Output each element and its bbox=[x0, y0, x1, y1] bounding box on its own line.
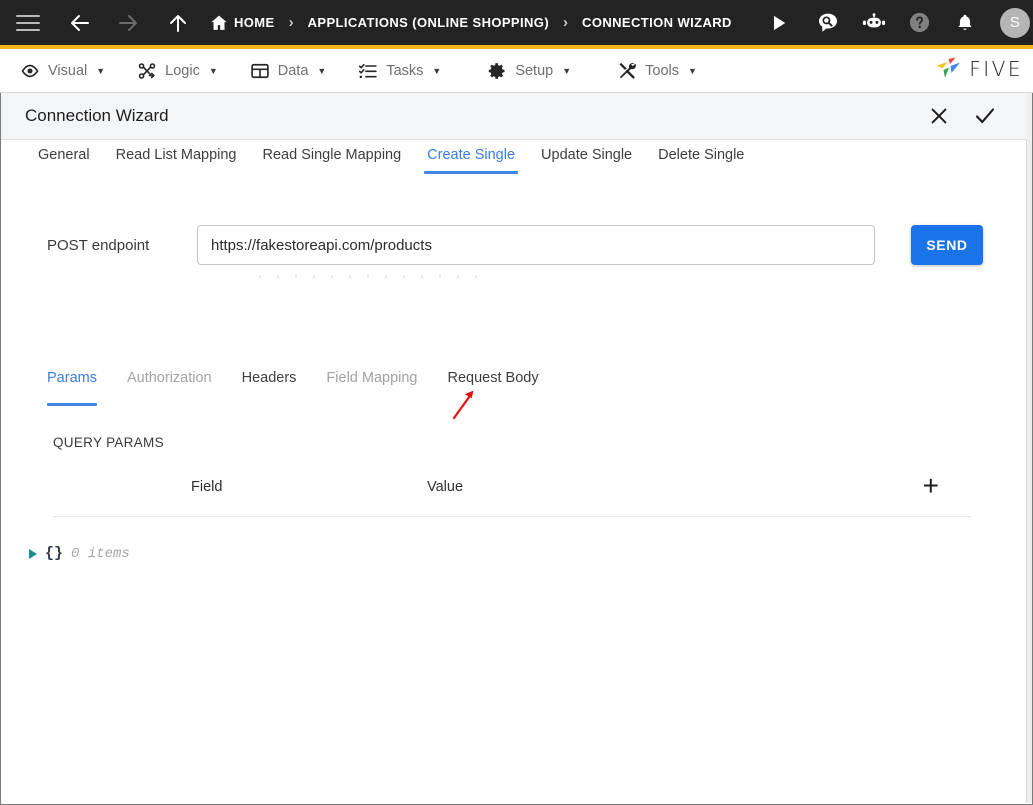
play-icon bbox=[773, 15, 786, 30]
checklist-icon bbox=[359, 63, 378, 78]
tab-headers[interactable]: Headers bbox=[242, 370, 311, 402]
chevron-down-icon: ▼ bbox=[317, 65, 327, 76]
confirm-button[interactable] bbox=[973, 104, 997, 128]
tab-update-single[interactable]: Update Single bbox=[528, 140, 645, 178]
gear-icon bbox=[489, 62, 505, 79]
hamburger-menu-button[interactable] bbox=[0, 0, 56, 45]
five-logo-text: FIVE bbox=[969, 57, 1023, 81]
vertical-scrollbar[interactable] bbox=[1026, 93, 1032, 803]
menu-label-setup: Setup bbox=[515, 62, 554, 79]
bot-assistant-button[interactable] bbox=[850, 0, 898, 45]
request-tab-bar: Params Authorization Headers Field Mappi… bbox=[1, 370, 1027, 406]
json-response-viewer: {} 0 items bbox=[29, 545, 130, 562]
up-arrow-icon bbox=[170, 14, 186, 32]
column-header-value: Value bbox=[427, 479, 464, 495]
menu-label-data: Data bbox=[277, 62, 309, 79]
user-avatar-button[interactable]: S bbox=[988, 0, 1033, 45]
tab-delete-single[interactable]: Delete Single bbox=[645, 140, 757, 178]
wizard-tab-bar: General Read List Mapping Read Single Ma… bbox=[1, 140, 1027, 180]
json-braces: {} bbox=[45, 545, 64, 562]
breadcrumb-separator: › bbox=[288, 14, 294, 31]
forward-button[interactable] bbox=[104, 0, 152, 45]
back-arrow-icon bbox=[71, 14, 89, 31]
menu-item-logic[interactable]: Logic ▼ bbox=[121, 49, 234, 93]
bell-icon bbox=[958, 14, 972, 30]
send-button[interactable]: SEND bbox=[911, 225, 983, 265]
page-title: Connection Wizard bbox=[25, 106, 169, 125]
tools-icon bbox=[619, 62, 637, 79]
tab-create-single[interactable]: Create Single bbox=[414, 140, 528, 178]
help-circle-icon bbox=[910, 12, 930, 33]
query-params-heading: QUERY PARAMS bbox=[53, 435, 164, 450]
chevron-down-icon: ▼ bbox=[96, 65, 106, 76]
close-button[interactable] bbox=[927, 104, 951, 128]
up-level-button[interactable] bbox=[152, 0, 204, 45]
table-grid-icon bbox=[251, 63, 269, 78]
breadcrumb-separator: › bbox=[563, 14, 569, 31]
menu-item-data[interactable]: Data ▼ bbox=[234, 49, 343, 93]
column-header-field: Field bbox=[191, 479, 223, 495]
forward-arrow-icon bbox=[119, 14, 137, 31]
tab-field-mapping[interactable]: Field Mapping bbox=[326, 370, 431, 402]
hamburger-icon bbox=[16, 14, 40, 31]
tab-read-single-mapping[interactable]: Read Single Mapping bbox=[250, 140, 415, 178]
breadcrumb-home[interactable]: HOME bbox=[234, 15, 275, 30]
expand-triangle-icon[interactable] bbox=[29, 548, 37, 559]
endpoint-label: POST endpoint bbox=[47, 236, 150, 254]
menu-item-setup[interactable]: Setup ▼ bbox=[471, 49, 587, 93]
tab-authorization[interactable]: Authorization bbox=[127, 370, 226, 402]
back-button[interactable] bbox=[56, 0, 104, 45]
chevron-down-icon: ▼ bbox=[208, 65, 218, 76]
breadcrumb-connection-wizard[interactable]: CONNECTION WIZARD bbox=[582, 15, 732, 30]
endpoint-input[interactable] bbox=[197, 225, 875, 265]
tab-general[interactable]: General bbox=[25, 140, 103, 178]
robot-icon bbox=[862, 12, 885, 27]
content-frame: Connection Wizard General Read List Mapp… bbox=[0, 93, 1033, 805]
help-button[interactable] bbox=[898, 0, 942, 45]
query-params-table-header: Field Value + bbox=[53, 472, 971, 517]
run-button[interactable] bbox=[752, 0, 806, 45]
menu-label-visual: Visual bbox=[48, 62, 88, 79]
menu-item-tasks[interactable]: Tasks ▼ bbox=[342, 49, 457, 93]
tab-read-list-mapping[interactable]: Read List Mapping bbox=[103, 140, 250, 178]
menu-label-logic: Logic bbox=[165, 62, 200, 79]
chevron-down-icon: ▼ bbox=[432, 65, 442, 76]
home-icon[interactable] bbox=[204, 0, 234, 45]
chevron-down-icon: ▼ bbox=[688, 65, 697, 76]
menu-item-visual[interactable]: Visual ▼ bbox=[0, 49, 121, 93]
chevron-down-icon: ▼ bbox=[562, 65, 572, 76]
notifications-button[interactable] bbox=[942, 0, 988, 45]
menu-label-tools: Tools bbox=[645, 62, 679, 79]
search-chat-button[interactable] bbox=[806, 0, 850, 45]
breadcrumb-applications[interactable]: APPLICATIONS (ONLINE SHOPPING) bbox=[308, 15, 549, 30]
five-pinwheel-icon bbox=[937, 57, 961, 78]
endpoint-row: POST endpoint SEND bbox=[1, 225, 1027, 265]
application-menu-bar: Visual ▼ Logic ▼ Data ▼ Tasks ▼ Setup ▼ … bbox=[0, 49, 1033, 93]
eye-icon bbox=[21, 64, 39, 77]
menu-item-tools[interactable]: Tools ▼ bbox=[601, 49, 713, 93]
five-logo: FIVE bbox=[934, 56, 1023, 82]
menu-label-tasks: Tasks bbox=[386, 62, 424, 79]
search-bubble-icon bbox=[818, 13, 837, 32]
wizard-actions bbox=[927, 104, 997, 128]
wizard-header: Connection Wizard bbox=[1, 93, 1027, 140]
annotation-arrow-icon bbox=[452, 390, 474, 420]
checkmark-icon bbox=[975, 108, 995, 124]
tab-params[interactable]: Params bbox=[47, 370, 111, 406]
add-param-button[interactable]: + bbox=[923, 472, 939, 500]
top-navigation-bar: HOME › APPLICATIONS (ONLINE SHOPPING) › … bbox=[0, 0, 1033, 45]
tab-indicator-trail bbox=[259, 275, 479, 278]
logic-nodes-icon bbox=[138, 62, 156, 79]
avatar: S bbox=[999, 7, 1030, 38]
json-item-count: 0 items bbox=[71, 545, 130, 562]
close-x-icon bbox=[931, 108, 947, 124]
